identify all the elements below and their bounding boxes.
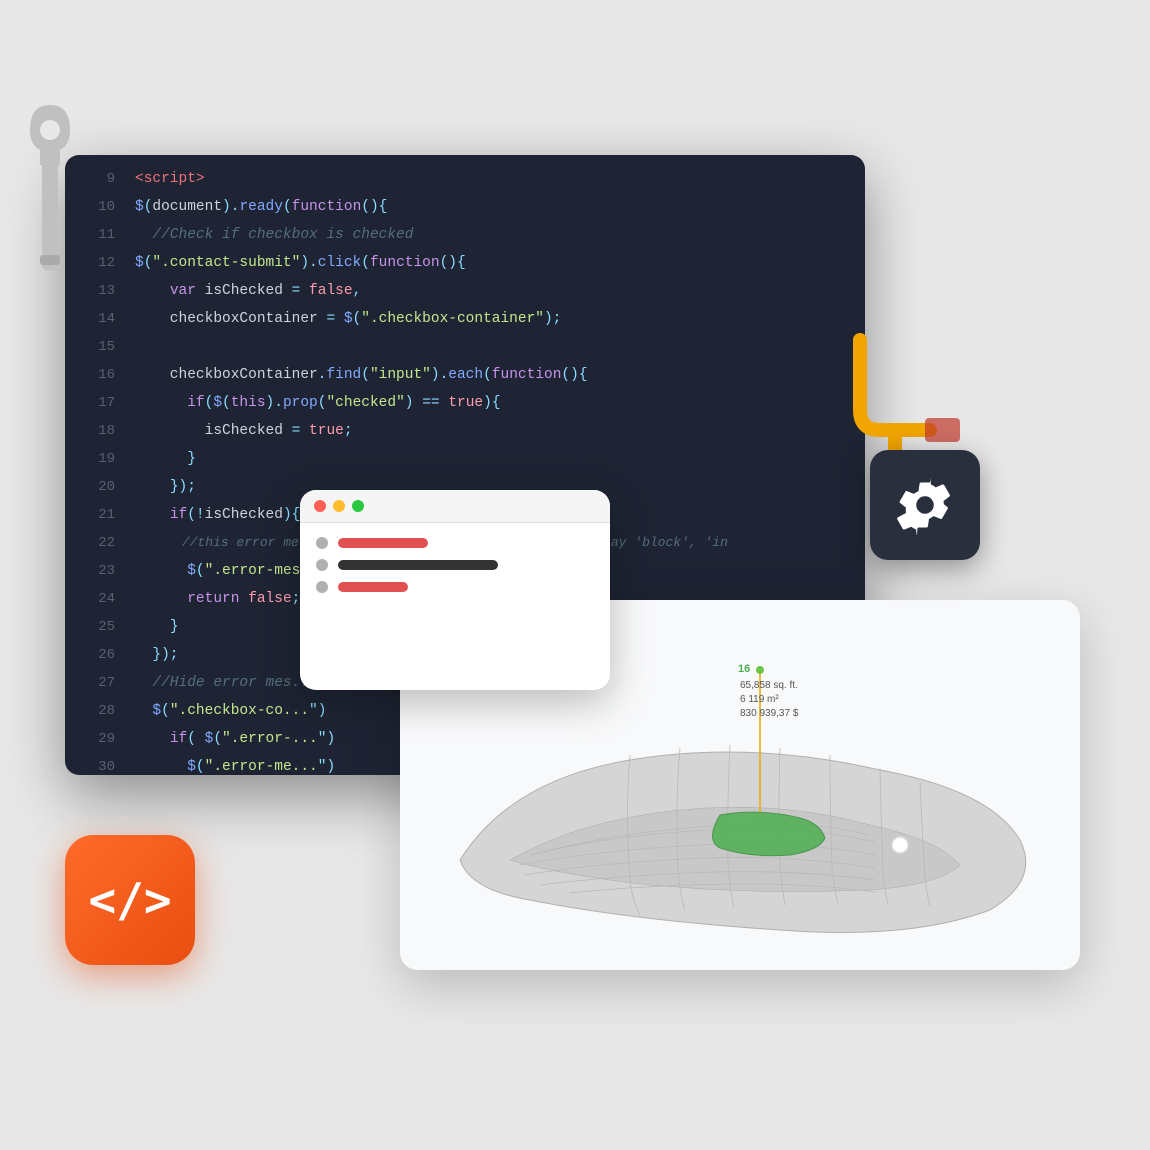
row-dot-2 — [316, 559, 328, 571]
gear-badge — [870, 450, 980, 560]
code-line-18: 18 isChecked = true; — [65, 417, 865, 445]
browser-row-1 — [316, 537, 594, 549]
svg-text:6 119 m²: 6 119 m² — [740, 694, 779, 705]
code-line-17: 17 if($(this).prop("checked") == true){ — [65, 389, 865, 417]
code-line-12: 12 $(".contact-submit").click(function()… — [65, 249, 865, 277]
row-bar-2 — [338, 560, 498, 570]
code-line-19: 19 } — [65, 445, 865, 473]
row-bar-3 — [338, 582, 408, 592]
browser-body — [300, 523, 610, 607]
row-dot-1 — [316, 537, 328, 549]
code-line-14: 14 checkboxContainer = $(".checkbox-cont… — [65, 305, 865, 333]
code-line-13: 13 var isChecked = false, — [65, 277, 865, 305]
scene: 9 <script> 10 $(document).ready(function… — [0, 0, 1150, 1150]
row-dot-3 — [316, 581, 328, 593]
code-line-11: 11 //Check if checkbox is checked — [65, 221, 865, 249]
dot-yellow — [333, 500, 345, 512]
wrench-icon — [20, 100, 80, 280]
code-badge-label: </> — [88, 873, 171, 927]
code-line-16: 16 checkboxContainer.find("input").each(… — [65, 361, 865, 389]
browser-titlebar — [300, 490, 610, 523]
code-line-10: 10 $(document).ready(function(){ — [65, 193, 865, 221]
code-badge: </> — [65, 835, 195, 965]
browser-card — [300, 490, 610, 690]
code-line-9: 9 <script> — [65, 165, 865, 193]
browser-row-3 — [316, 581, 594, 593]
row-bar-1 — [338, 538, 428, 548]
svg-text:65,858 sq. ft.: 65,858 sq. ft. — [740, 680, 798, 691]
svg-text:16: 16 — [738, 663, 750, 675]
code-line-15: 15 — [65, 333, 865, 361]
dot-red — [314, 500, 326, 512]
browser-row-2 — [316, 559, 594, 571]
dot-green — [352, 500, 364, 512]
gear-icon — [895, 475, 955, 535]
svg-text:830 939,37 $: 830 939,37 $ — [740, 708, 799, 719]
